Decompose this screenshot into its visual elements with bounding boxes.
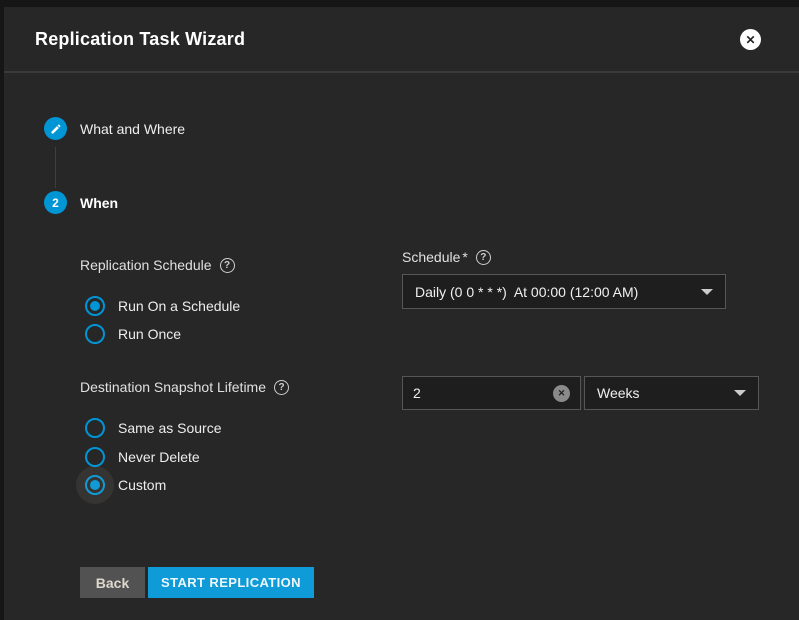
step-when[interactable]: 2 When — [44, 191, 118, 214]
chevron-down-icon — [701, 289, 713, 295]
lifetime-value-input[interactable]: 2 ✕ — [402, 376, 581, 410]
radio-button-icon — [85, 475, 105, 495]
step-2-label: When — [80, 195, 118, 211]
step-1-label: What and Where — [80, 121, 185, 137]
step-connector-line — [55, 147, 56, 188]
replication-schedule-label-text: Replication Schedule — [80, 257, 212, 273]
clear-icon: ✕ — [558, 388, 566, 399]
radio-button-icon — [85, 447, 105, 467]
schedule-select-value: Daily (0 0 * * *) At 00:00 (12:00 AM) — [415, 284, 693, 300]
clear-input-button[interactable]: ✕ — [553, 385, 570, 402]
step-2-number: 2 — [52, 196, 59, 210]
radio-custom[interactable]: Custom — [85, 475, 166, 495]
radio-run-on-a-schedule[interactable]: Run On a Schedule — [85, 296, 240, 316]
radio-never-delete-label: Never Delete — [118, 449, 200, 465]
schedule-select[interactable]: Daily (0 0 * * *) At 00:00 (12:00 AM) — [402, 274, 726, 309]
radio-same-as-source-label: Same as Source — [118, 420, 222, 436]
radio-run-on-a-schedule-label: Run On a Schedule — [118, 298, 240, 314]
help-icon[interactable]: ? — [274, 380, 289, 395]
radio-run-once[interactable]: Run Once — [85, 324, 181, 344]
header-divider — [4, 71, 799, 73]
radio-custom-label: Custom — [118, 477, 166, 493]
radio-same-as-source[interactable]: Same as Source — [85, 418, 222, 438]
destination-snapshot-lifetime-label-text: Destination Snapshot Lifetime — [80, 379, 266, 395]
step-what-and-where[interactable]: What and Where — [44, 117, 185, 140]
lifetime-value: 2 — [413, 385, 553, 401]
pencil-icon — [50, 123, 62, 135]
radio-button-icon — [85, 324, 105, 344]
start-replication-button[interactable]: START REPLICATION — [148, 567, 314, 598]
step-1-indicator — [44, 117, 67, 140]
dialog-header: Replication Task Wizard ✕ — [4, 7, 799, 72]
destination-snapshot-lifetime-label: Destination Snapshot Lifetime ? — [80, 379, 289, 395]
step-2-indicator: 2 — [44, 191, 67, 214]
radio-button-icon — [85, 296, 105, 316]
close-icon: ✕ — [745, 33, 755, 47]
help-icon[interactable]: ? — [220, 258, 235, 273]
lifetime-unit-value: Weeks — [597, 385, 726, 401]
radio-button-icon — [85, 418, 105, 438]
replication-task-wizard-dialog: Replication Task Wizard ✕ What and Where… — [4, 7, 799, 620]
dialog-title: Replication Task Wizard — [35, 29, 245, 50]
help-icon[interactable]: ? — [476, 250, 491, 265]
lifetime-unit-select[interactable]: Weeks — [584, 376, 759, 410]
required-asterisk: * — [462, 249, 467, 265]
back-button[interactable]: Back — [80, 567, 145, 598]
schedule-field-label: Schedule* ? — [402, 249, 491, 265]
replication-schedule-label: Replication Schedule ? — [80, 257, 235, 273]
chevron-down-icon — [734, 390, 746, 396]
radio-never-delete[interactable]: Never Delete — [85, 447, 200, 467]
schedule-field-label-text: Schedule* — [402, 249, 468, 265]
radio-run-once-label: Run Once — [118, 326, 181, 342]
close-button[interactable]: ✕ — [740, 29, 761, 50]
